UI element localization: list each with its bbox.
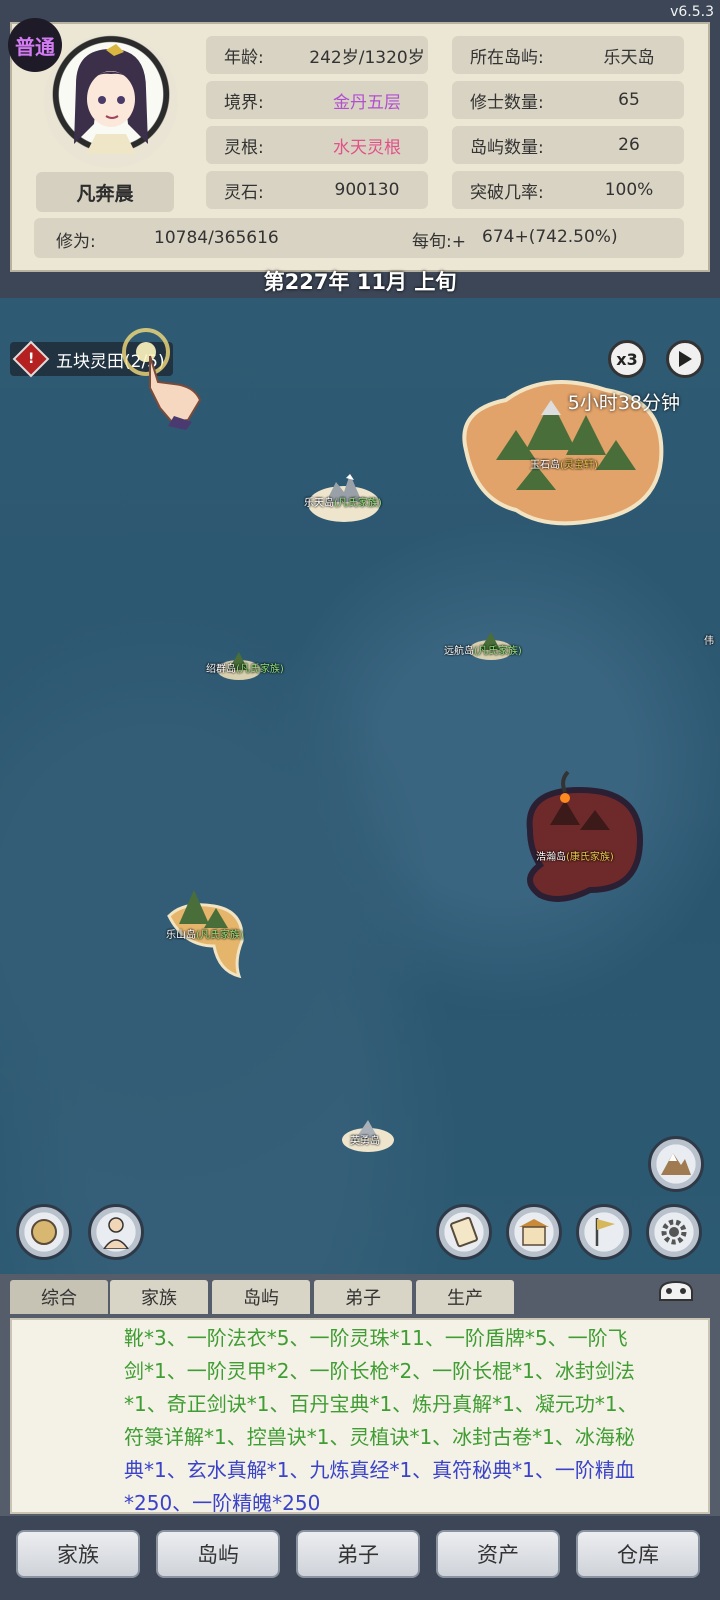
- xiuwei-label: 修为:: [56, 232, 96, 252]
- island-yushi[interactable]: [456, 360, 666, 530]
- play-icon: [679, 351, 692, 367]
- alert-icon: !: [12, 340, 50, 378]
- root-label: 灵根:: [224, 137, 264, 158]
- difficulty-badge: 普通: [8, 18, 62, 72]
- age-row: 年龄: 242岁/1320岁: [206, 36, 428, 74]
- realm-value: 金丹五层: [333, 92, 401, 113]
- realm-label: 境界:: [224, 92, 264, 113]
- island-label-yingyong: 英勇岛: [350, 1136, 380, 1147]
- log-line: 典*1、玄水真解*1、九炼真经*1、真符秘典*1、一阶精血: [124, 1458, 635, 1482]
- ticket-icon: [450, 1216, 478, 1248]
- islands-count-row: 岛屿数量: 26: [452, 126, 684, 164]
- breakthrough-label: 突破几率:: [470, 182, 544, 203]
- collapse-log-icon[interactable]: [656, 1278, 696, 1304]
- breakthrough-value: 100%: [604, 180, 654, 200]
- island-label-haohan: 浩瀚岛(康氏家族): [536, 852, 614, 863]
- log-line: 符箓详解*1、控兽诀*1、灵植诀*1、冰封古卷*1、冰海秘: [124, 1425, 635, 1449]
- per-period-value: 674+(742.50%): [482, 227, 618, 247]
- mountain-button[interactable]: [648, 1136, 704, 1192]
- cultivators-value: 65: [618, 90, 640, 110]
- world-map[interactable]: 玉石岛(灵宝轩) 乐天岛(凡氏家族) 绍群岛(凡氏家族) 远航岛(凡氏家族) 伟…: [0, 298, 720, 1274]
- scroll-icon: [31, 1219, 57, 1245]
- timer-label: 5小时38分钟: [567, 392, 680, 414]
- log-line: *1、奇正剑诀*1、百丹宝典*1、炼丹真解*1、凝元功*1、: [124, 1392, 638, 1416]
- cultivators-row: 修士数量: 65: [452, 81, 684, 119]
- mountain-icon: [661, 1153, 691, 1175]
- island-value: 乐天岛: [603, 47, 655, 68]
- person-icon: [103, 1217, 129, 1249]
- log-text: 靴*3、一阶法衣*5、一阶灵珠*11、一阶盾牌*5、一阶飞 剑*1、一阶灵甲*2…: [124, 1322, 704, 1520]
- island-label-shaoqun: 绍群岛(凡氏家族): [206, 664, 284, 675]
- character-name[interactable]: 凡奔晨: [36, 172, 174, 212]
- current-island-row: 所在岛屿: 乐天岛: [452, 36, 684, 74]
- ticket-button[interactable]: [436, 1204, 492, 1260]
- xiuwei-value: 10784/365616: [154, 228, 279, 248]
- event-button[interactable]: [16, 1204, 72, 1260]
- root-value: 水天灵根: [333, 137, 401, 158]
- breakthrough-row: 突破几率: 100%: [452, 171, 684, 209]
- disciple-button[interactable]: [88, 1204, 144, 1260]
- island-label: 所在岛屿:: [470, 47, 544, 68]
- tab-disciple[interactable]: 弟子: [314, 1280, 412, 1314]
- character-portrait: [74, 44, 148, 154]
- tutorial-hand-icon: [122, 328, 202, 430]
- log-line: 剑*1、一阶灵甲*2、一阶长枪*2、一阶长棍*1、冰封剑法: [124, 1359, 635, 1383]
- island-haohan[interactable]: [520, 770, 650, 910]
- gear-icon: [661, 1219, 687, 1245]
- log-line: 靴*3、一阶法衣*5、一阶灵珠*11、一阶盾牌*5、一阶飞: [124, 1326, 628, 1350]
- stone-label: 灵石:: [224, 182, 264, 203]
- tab-general[interactable]: 综合: [10, 1280, 108, 1314]
- nav-assets-button[interactable]: 资产: [436, 1530, 560, 1578]
- spirit-stone-row: 灵石: 900130: [206, 171, 428, 209]
- sect-hall-button[interactable]: [506, 1204, 562, 1260]
- per-period-label: 每旬:+: [412, 232, 466, 252]
- islands-label: 岛屿数量:: [470, 137, 544, 158]
- age-label: 年龄:: [224, 47, 264, 68]
- settings-button[interactable]: [646, 1204, 702, 1260]
- flag-button[interactable]: [576, 1204, 632, 1260]
- island-label-yushi: 玉石岛(灵宝轩): [530, 460, 598, 471]
- age-value: 242岁/1320岁: [309, 47, 425, 68]
- tab-production[interactable]: 生产: [416, 1280, 514, 1314]
- temple-icon: [519, 1219, 549, 1246]
- flag-icon: [595, 1218, 615, 1246]
- tab-island[interactable]: 岛屿: [212, 1280, 310, 1314]
- stone-value: 900130: [334, 180, 400, 200]
- tab-family[interactable]: 家族: [110, 1280, 208, 1314]
- nav-family-button[interactable]: 家族: [16, 1530, 140, 1578]
- island-label-letian: 乐天岛(凡氏家族): [304, 498, 382, 509]
- cultivation-row: 修为: 10784/365616 每旬:+ 674+(742.50%): [34, 218, 684, 258]
- speed-toggle-button[interactable]: x3: [608, 340, 646, 378]
- play-button[interactable]: [666, 340, 704, 378]
- island-label-yuanhang: 远航岛(凡氏家族): [444, 646, 522, 657]
- version-label: v6.5.3: [670, 4, 714, 20]
- island-label-leshan: 乐山岛(凡氏家族): [166, 930, 244, 941]
- spirit-root-row: 灵根: 水天灵根: [206, 126, 428, 164]
- cultivators-label: 修士数量:: [470, 92, 544, 113]
- game-date: 第227年 11月 上旬: [263, 270, 457, 294]
- island-label-wei: 伟: [704, 636, 714, 647]
- nav-warehouse-button[interactable]: 仓库: [576, 1530, 700, 1578]
- realm-row: 境界: 金丹五层: [206, 81, 428, 119]
- islands-value: 26: [618, 135, 640, 155]
- nav-island-button[interactable]: 岛屿: [156, 1530, 280, 1578]
- nav-disciple-button[interactable]: 弟子: [296, 1530, 420, 1578]
